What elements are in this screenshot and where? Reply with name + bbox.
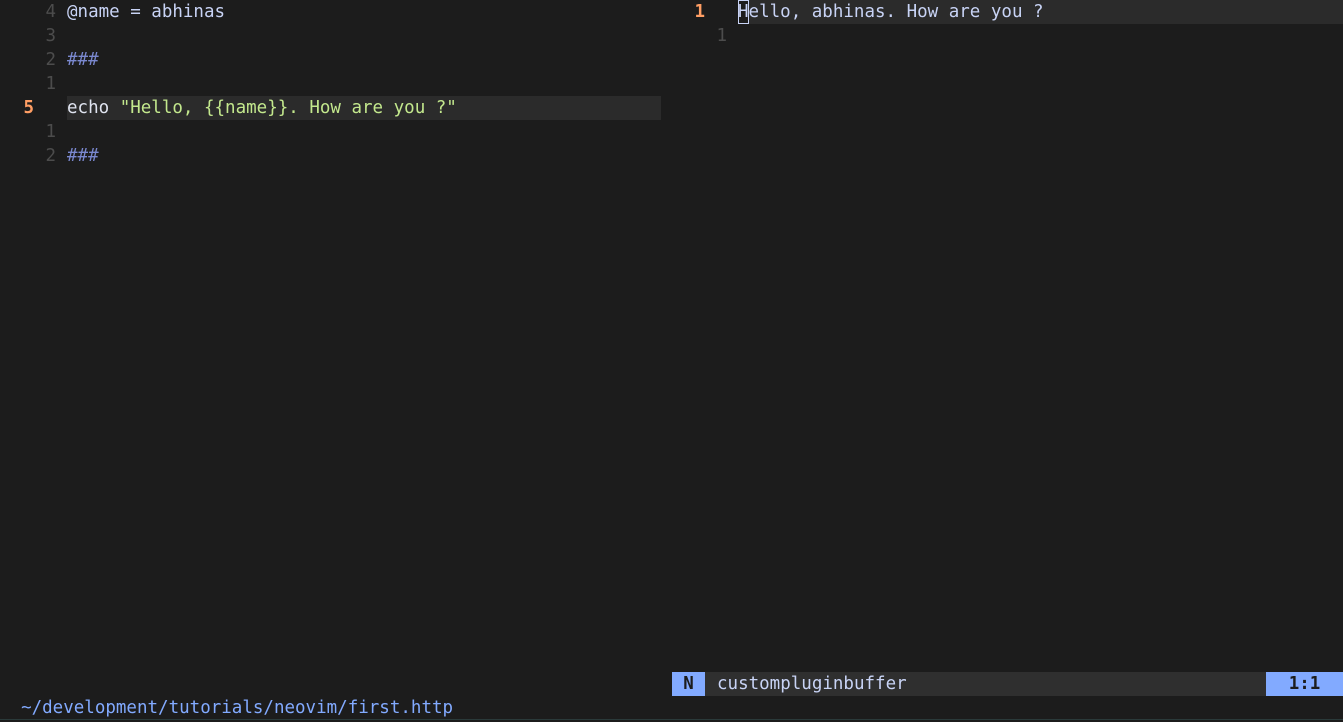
buffer-name: custompluginbuffer [717,674,907,694]
buffer-statusline: N custompluginbuffer 1:1 [672,672,1343,696]
code-line[interactable]: 5 echo "Hello, {{name}}. How are you ?" [0,96,672,120]
text-cursor: H [738,0,749,24]
cursor-position: 1:1 [1266,672,1343,696]
line-number: 1 [694,2,705,22]
file-path-statusline: ~/development/tutorials/neovim/first.htt… [0,672,672,718]
code-token: echo [67,98,120,118]
code-text: ### [67,48,99,72]
output-line[interactable]: 1 Hello, abhinas. How are you ? [672,0,1343,24]
code-token: @name = abhinas [67,2,226,22]
code-line[interactable]: 1 [0,120,672,144]
mode-indicator: N [672,672,705,696]
code-line[interactable]: 2 ### [0,144,672,168]
line-number: 1 [716,26,727,46]
code-token: "Hello, {{name}}. How are you ?" [119,98,457,118]
line-number: 1 [45,122,56,142]
code-token: ### [67,146,99,166]
code-line[interactable]: 4 @name = abhinas [0,0,672,24]
line-number: 5 [23,98,34,118]
code-text: echo "Hello, {{name}}. How are you ?" [67,96,457,120]
code-token: ### [67,50,99,70]
code-line[interactable]: 1 [0,72,672,96]
right-editor-pane[interactable]: 1 Hello, abhinas. How are you ? 1 [672,0,1343,672]
file-path: ~/development/tutorials/neovim/first.htt… [21,698,454,718]
code-text: ### [67,144,99,168]
left-editor-pane[interactable]: 4 @name = abhinas 3 2 ### 1 5 echo "Hello, {{na… [0,0,672,672]
line-number: 3 [45,26,56,46]
code-line[interactable]: 3 [0,24,672,48]
output-line[interactable]: 1 [672,24,1343,48]
code-line[interactable]: 2 ### [0,48,672,72]
line-number: 2 [45,50,56,70]
line-number: 1 [45,74,56,94]
code-text: @name = abhinas [67,0,225,24]
output-text-rest: ello, abhinas. How are you ? [748,2,1044,22]
line-number: 4 [45,2,56,22]
output-text: Hello, abhinas. How are you ? [738,0,1044,24]
line-number: 2 [45,146,56,166]
